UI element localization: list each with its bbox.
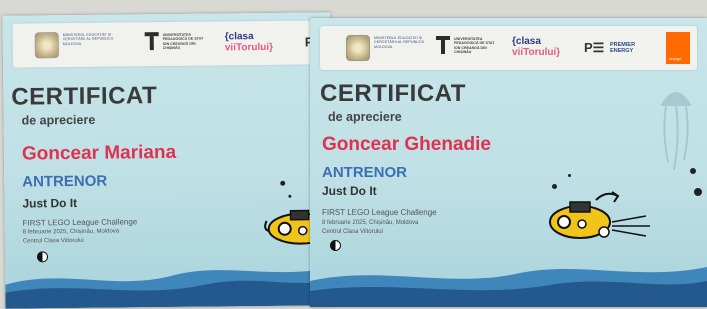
sponsor-header: MINISTERUL EDUCAȚIEI ȘI CERCETĂRII AL RE… bbox=[320, 26, 697, 70]
bubble-icon bbox=[690, 168, 696, 174]
certificate-title: CERTIFICAT bbox=[320, 80, 466, 107]
clasa-viitorului-logo: {clasa viiTorului} bbox=[512, 36, 561, 58]
team-name: Just Do It bbox=[22, 195, 78, 211]
recipient-name: Goncear Mariana bbox=[21, 141, 177, 165]
first-lego-league-icon bbox=[330, 240, 341, 251]
clasa-viitorului-logo: {clasa viiTorului} bbox=[224, 31, 274, 54]
event-venue: Centrul Clasa Viitorului bbox=[322, 229, 383, 235]
premier-energy-logo: P☰ bbox=[584, 40, 605, 55]
university-logo-icon bbox=[144, 32, 159, 51]
university-text: UNIVERSITATEA PEDAGOGICĂ DE STAT ION CRE… bbox=[454, 37, 495, 55]
event-venue: Centrul Clasa Viitorului bbox=[22, 237, 84, 245]
event-date: 8 februarie 2025, Chișinău, Moldova bbox=[22, 228, 120, 236]
certificate-subtitle: de apreciere bbox=[328, 110, 402, 124]
certificate-subtitle: de apreciere bbox=[21, 112, 96, 128]
moldova-crest-icon bbox=[34, 32, 59, 59]
university-logo-icon bbox=[436, 36, 450, 54]
event-name: FIRST LEGO League Challenge bbox=[322, 208, 437, 217]
ocean-wave-decoration bbox=[310, 267, 707, 307]
ministry-text: MINISTERUL EDUCAȚIEI ȘI CERCETĂRII AL RE… bbox=[62, 32, 113, 46]
certificate-right: MINISTERUL EDUCAȚIEI ȘI CERCETĂRII AL RE… bbox=[310, 18, 707, 307]
recipient-role: ANTRENOR bbox=[322, 164, 407, 181]
recipient-role: ANTRENOR bbox=[22, 172, 108, 191]
university-text: UNIVERSITATEA PEDAGOGICĂ DE STAT ION CRE… bbox=[162, 32, 204, 51]
bubble-icon bbox=[694, 188, 702, 196]
bubble-icon bbox=[568, 174, 571, 177]
bubble-icon bbox=[280, 180, 286, 186]
moldova-crest-icon bbox=[346, 35, 370, 61]
team-name: Just Do It bbox=[322, 184, 377, 198]
recipient-name: Goncear Ghenadie bbox=[322, 134, 491, 155]
jellyfish-icon bbox=[660, 92, 692, 171]
event-date: 8 februarie 2025, Chișinău, Moldova bbox=[322, 220, 419, 226]
ocean-wave-decoration bbox=[5, 267, 334, 309]
premier-energy-text: PREMIER ENERGY bbox=[610, 42, 636, 54]
submarine-icon bbox=[549, 191, 650, 239]
certificate-title: CERTIFICAT bbox=[11, 82, 158, 111]
certificate-left: MINISTERUL EDUCAȚIEI ȘI CERCETĂRII AL RE… bbox=[2, 12, 334, 309]
orange-logo: orange bbox=[666, 32, 690, 64]
ministry-text: MINISTERUL EDUCAȚIEI ȘI CERCETĂRII AL RE… bbox=[374, 36, 425, 49]
event-name: FIRST LEGO League Challenge bbox=[22, 217, 138, 228]
sponsor-header: MINISTERUL EDUCAȚIEI ȘI CERCETĂRII AL RE… bbox=[12, 20, 322, 68]
bubble-icon bbox=[288, 194, 292, 198]
